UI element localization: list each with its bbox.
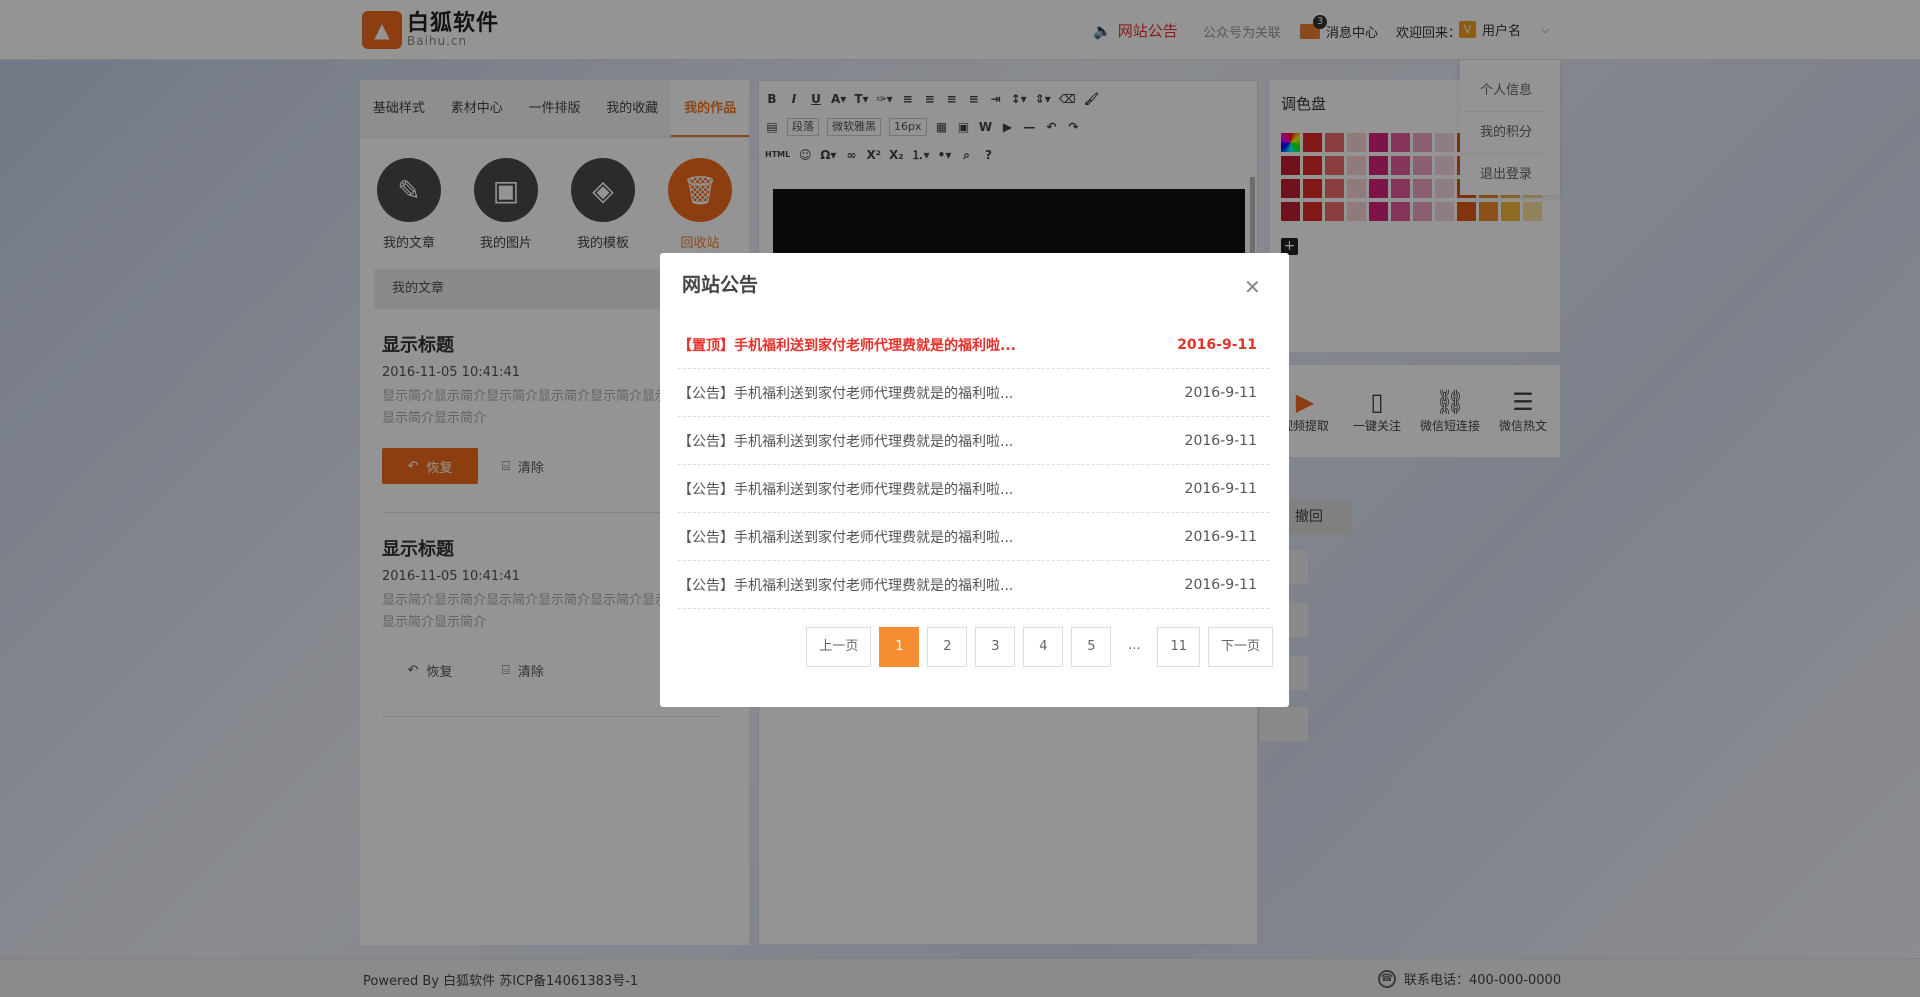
- page-button-4[interactable]: 4: [1023, 627, 1064, 667]
- notice-modal: 网站公告 ✕ 【置顶】手机福利送到家付老师代理费就是的福利啦... 2016-9…: [660, 253, 1289, 707]
- page-button-3[interactable]: 3: [975, 627, 1016, 667]
- notice-item[interactable]: 【公告】手机福利送到家付老师代理费就是的福利啦... 2016-9-11: [678, 561, 1269, 609]
- close-icon[interactable]: ✕: [1244, 277, 1261, 297]
- notice-item[interactable]: 【公告】手机福利送到家付老师代理费就是的福利啦... 2016-9-11: [678, 513, 1269, 561]
- page-button-last[interactable]: 11: [1157, 627, 1200, 667]
- notice-list: 【置顶】手机福利送到家付老师代理费就是的福利啦... 2016-9-11 【公告…: [678, 321, 1269, 609]
- notice-item[interactable]: 【公告】手机福利送到家付老师代理费就是的福利啦... 2016-9-11: [678, 465, 1269, 513]
- page-button-1[interactable]: 1: [879, 627, 920, 667]
- notice-item[interactable]: 【公告】手机福利送到家付老师代理费就是的福利啦... 2016-9-11: [678, 369, 1269, 417]
- notice-item[interactable]: 【公告】手机福利送到家付老师代理费就是的福利啦... 2016-9-11: [678, 417, 1269, 465]
- prev-page-button[interactable]: 上一页: [806, 627, 872, 667]
- next-page-button[interactable]: 下一页: [1207, 627, 1273, 667]
- pagination: 上一页 1 2 3 4 5 ... 11 下一页: [806, 627, 1273, 667]
- modal-title: 网站公告: [682, 274, 759, 296]
- page-ellipsis: ...: [1119, 627, 1150, 667]
- page-button-2[interactable]: 2: [927, 627, 968, 667]
- page-button-5[interactable]: 5: [1071, 627, 1112, 667]
- notice-item-pinned[interactable]: 【置顶】手机福利送到家付老师代理费就是的福利啦... 2016-9-11: [678, 321, 1269, 369]
